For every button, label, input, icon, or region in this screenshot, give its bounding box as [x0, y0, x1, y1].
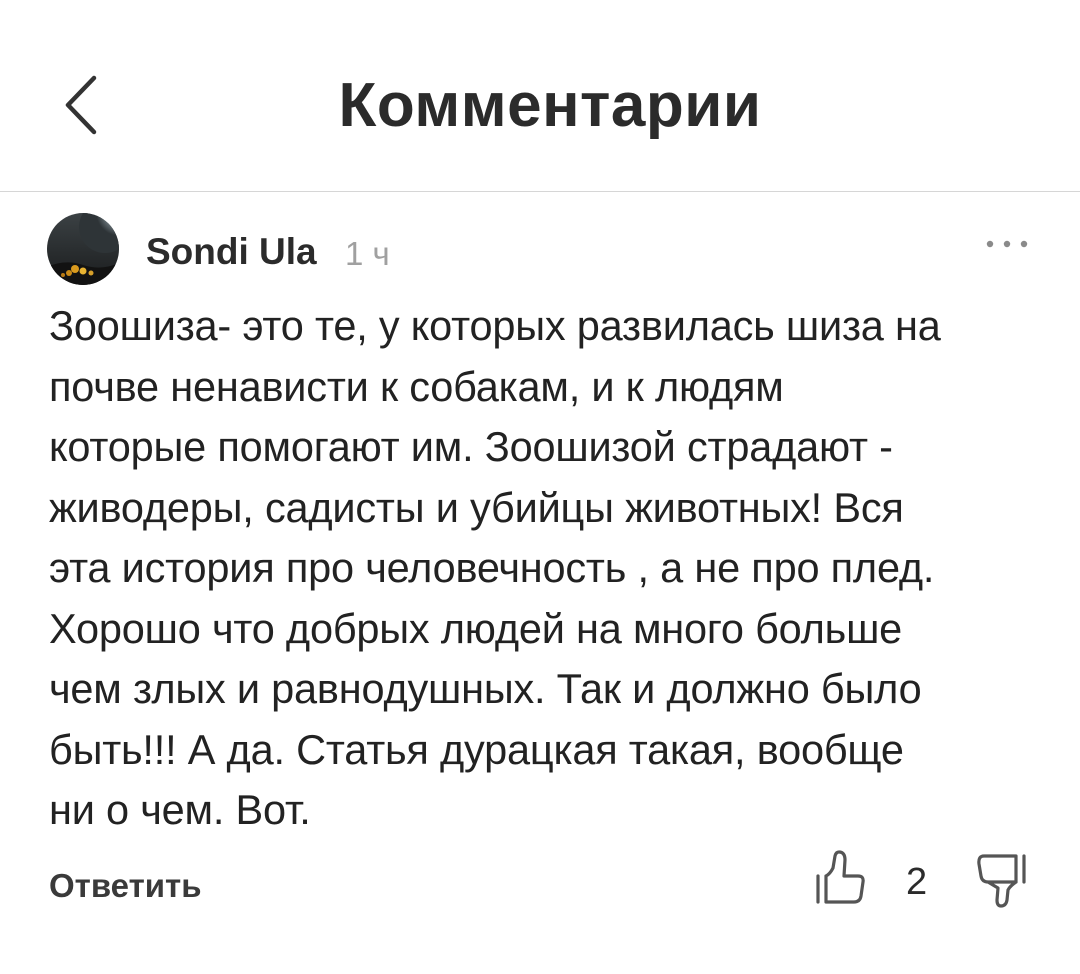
thumbs-up-icon	[816, 850, 865, 904]
like-count: 2	[906, 861, 928, 903]
reply-button[interactable]: Ответить	[49, 866, 202, 906]
page-title: Комментарии	[338, 71, 762, 140]
header: Комментарии	[0, 0, 1080, 192]
author-name[interactable]: Sondi Ula	[146, 231, 317, 273]
dislike-button[interactable]	[974, 850, 1028, 912]
like-button[interactable]	[814, 846, 866, 908]
comment-time: 1 ч	[345, 235, 390, 272]
comment-text: Зоошиза- это те, у которых развилась шиз…	[49, 302, 941, 833]
avatar[interactable]	[47, 213, 119, 285]
more-button[interactable]	[982, 232, 1032, 256]
comment: Sondi Ula 1 ч Зоошиза- это те, у которых…	[0, 192, 1080, 974]
more-horizontal-icon	[986, 240, 1028, 248]
thumbs-down-icon	[977, 854, 1026, 908]
avatar-image	[47, 213, 119, 285]
